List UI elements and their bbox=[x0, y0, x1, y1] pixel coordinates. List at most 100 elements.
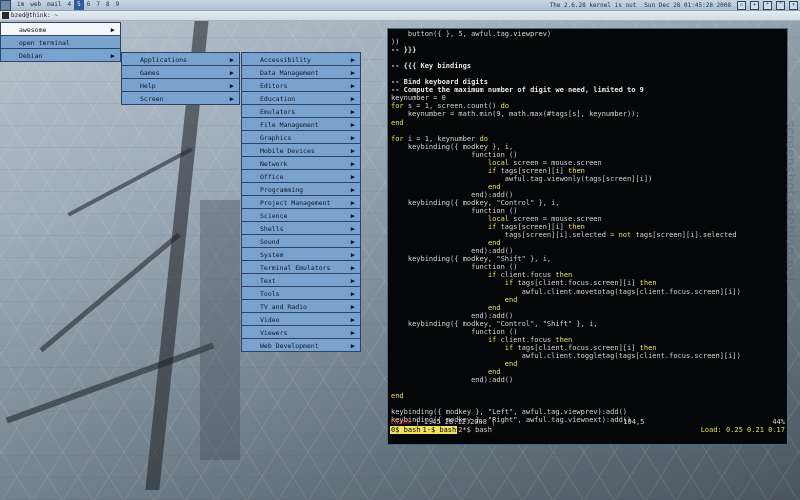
code-token: end bbox=[504, 295, 518, 304]
tag-9[interactable]: 9 bbox=[113, 0, 123, 10]
time-date: 1:45 28.12.2008 bbox=[423, 418, 487, 426]
menu-item-help[interactable]: Help ▶ bbox=[121, 78, 240, 92]
menu-item-graphics[interactable]: Graphics ▶ bbox=[241, 130, 361, 144]
terminal-line: tags[screen][i].selected = not tags[scre… bbox=[391, 231, 784, 239]
menu-item-tools[interactable]: Tools ▶ bbox=[241, 286, 361, 300]
code-token: client.focus bbox=[496, 335, 556, 344]
menu-item-terminal-emulators[interactable]: Terminal Emulators ▶ bbox=[241, 260, 361, 274]
code-token: tags[screen][i].selected = bbox=[391, 231, 619, 240]
code-token: keybinding({ modkey }, i, bbox=[391, 142, 514, 151]
code-token: -- Bind keyboard digits bbox=[391, 78, 488, 87]
code-token: awful.client.toggletag(tags[client.focus… bbox=[391, 351, 741, 360]
terminal-line: )) bbox=[391, 38, 784, 46]
terminal-line: end bbox=[391, 392, 784, 400]
clock: Sun Dec 28 01:45:28 2008 bbox=[644, 1, 731, 9]
terminal-line: awful.client.toggletag(tags[client.focus… bbox=[391, 352, 784, 360]
menu-item-open-terminal[interactable]: open terminal bbox=[0, 35, 121, 49]
applications-submenu: Accessibility ▶ Data Management ▶ Editors ▶ Ed… bbox=[241, 52, 361, 352]
menu-item-network[interactable]: Network ▶ bbox=[241, 156, 361, 170]
code-token: function () bbox=[391, 207, 518, 216]
floating-icon[interactable]: ▫ bbox=[737, 0, 746, 10]
code-token: then bbox=[568, 166, 585, 175]
code-token: awful.client.movetotag(tags[client.focus… bbox=[391, 287, 741, 296]
debian-submenu: Applications ▶ Games ▶ Help ▶ Screen ▶ bbox=[121, 52, 240, 105]
code-token: if bbox=[504, 343, 514, 352]
code-token: end bbox=[487, 182, 501, 191]
maximize-icon[interactable]: + bbox=[750, 0, 759, 10]
menu-item-editors[interactable]: Editors ▶ bbox=[241, 78, 361, 92]
terminal-line: -- {{{ Key bindings bbox=[391, 62, 784, 70]
menu-item-applications[interactable]: Applications ▶ bbox=[121, 52, 240, 66]
tag-mail[interactable]: mail bbox=[44, 0, 64, 10]
menu-item-screen[interactable]: Screen ▶ bbox=[121, 91, 240, 105]
code-token: keynumber = math.min(9, math.max(#tags[s… bbox=[391, 110, 640, 119]
menu-item-awesome[interactable]: awesome ▶ bbox=[0, 22, 121, 36]
terminal-line: awful.tag.viewonly(tags[screen][i]) bbox=[391, 175, 784, 183]
sticky-icon[interactable]: * bbox=[763, 0, 772, 10]
terminal-line: button({ }, 5, awful.tag.viewprev) bbox=[391, 30, 784, 38]
menu-item-programming[interactable]: Programming ▶ bbox=[241, 182, 361, 196]
menu-item-debian[interactable]: Debian ▶ bbox=[0, 48, 121, 62]
terminal-line: if tags[client.focus.screen][i] then bbox=[391, 344, 784, 352]
menu-item-video[interactable]: Video ▶ bbox=[241, 312, 361, 326]
code-token: i = 1, keynumber bbox=[403, 134, 480, 143]
menu-item-file-management[interactable]: File Management ▶ bbox=[241, 117, 361, 131]
code-token: then bbox=[639, 343, 657, 352]
menu-item-label: File Management bbox=[260, 121, 319, 129]
tag-im[interactable]: im bbox=[14, 0, 27, 10]
menu-item-viewers[interactable]: Viewers ▶ bbox=[241, 325, 361, 339]
menu-item-emulators[interactable]: Emulators ▶ bbox=[241, 104, 361, 118]
menu-item-shells[interactable]: Shells ▶ bbox=[241, 221, 361, 235]
menu-item-system[interactable]: System ▶ bbox=[241, 247, 361, 261]
tag-8[interactable]: 8 bbox=[103, 0, 113, 10]
menu-item-label: Project Management bbox=[260, 199, 331, 207]
screen-window-tab[interactable]: 0$ bash bbox=[390, 426, 422, 434]
submenu-arrow-icon: ▶ bbox=[229, 95, 234, 103]
menu-item-games[interactable]: Games ▶ bbox=[121, 65, 240, 79]
close-icon[interactable]: × bbox=[789, 0, 798, 10]
terminal-window[interactable]: button({ }, 5, awful.tag.viewprev))) -- }… bbox=[387, 28, 788, 445]
menu-item-data-management[interactable]: Data Management ▶ bbox=[241, 65, 361, 79]
tag-5[interactable]: 5 bbox=[74, 0, 84, 10]
code-token: do bbox=[500, 102, 510, 111]
menu-item-tv-and-radio[interactable]: TV and Radio ▶ bbox=[241, 299, 361, 313]
menu-item-label: Office bbox=[260, 173, 284, 181]
code-token: then bbox=[555, 271, 573, 280]
window-title: bzed@think: ~ bbox=[11, 12, 58, 19]
code-token: end):add() bbox=[391, 190, 514, 199]
screen-window-tab[interactable]: 1-$ bash bbox=[421, 426, 458, 434]
menu-item-sound[interactable]: Sound ▶ bbox=[241, 234, 361, 248]
terminal-line: keybinding({ modkey, "Shift" }, i, bbox=[391, 255, 784, 263]
wallpaper-tree-branch bbox=[39, 232, 181, 353]
menu-item-mobile-devices[interactable]: Mobile Devices ▶ bbox=[241, 143, 361, 157]
ontop-icon[interactable]: ^ bbox=[776, 0, 785, 10]
menu-item-web-development[interactable]: Web Development ▶ bbox=[241, 338, 361, 352]
tag-web[interactable]: web bbox=[27, 0, 44, 10]
submenu-arrow-icon: ▶ bbox=[350, 342, 355, 350]
awesome-main-menu: awesome ▶ open terminal Debian ▶ bbox=[0, 22, 121, 62]
menu-item-office[interactable]: Office ▶ bbox=[241, 169, 361, 183]
menu-item-project-management[interactable]: Project Management ▶ bbox=[241, 195, 361, 209]
tag-7[interactable]: 7 bbox=[93, 0, 103, 10]
menu-item-label: Applications bbox=[140, 56, 187, 64]
menu-item-label: Graphics bbox=[260, 134, 292, 142]
terminal-line: keybinding({ modkey }, i, bbox=[391, 143, 784, 151]
code-token: tags[client.focus.screen][i] bbox=[513, 279, 640, 288]
screen-window-tab[interactable]: 2*$ bash bbox=[457, 426, 493, 434]
menu-item-label: Network bbox=[260, 160, 288, 168]
tag-4[interactable]: 4 bbox=[65, 0, 75, 10]
menu-item-education[interactable]: Education ▶ bbox=[241, 91, 361, 105]
menu-item-text[interactable]: Text ▶ bbox=[241, 273, 361, 287]
window-titlebar[interactable]: bzed@think: ~ bbox=[0, 11, 800, 21]
menu-item-label: Help bbox=[140, 82, 156, 90]
menu-item-accessibility[interactable]: Accessibility ▶ bbox=[241, 52, 361, 66]
menu-item-label: Emulators bbox=[260, 108, 296, 116]
awesome-launcher-icon[interactable] bbox=[0, 0, 11, 11]
tag-6[interactable]: 6 bbox=[84, 0, 94, 10]
menu-item-science[interactable]: Science ▶ bbox=[241, 208, 361, 222]
code-token: then bbox=[639, 279, 657, 288]
